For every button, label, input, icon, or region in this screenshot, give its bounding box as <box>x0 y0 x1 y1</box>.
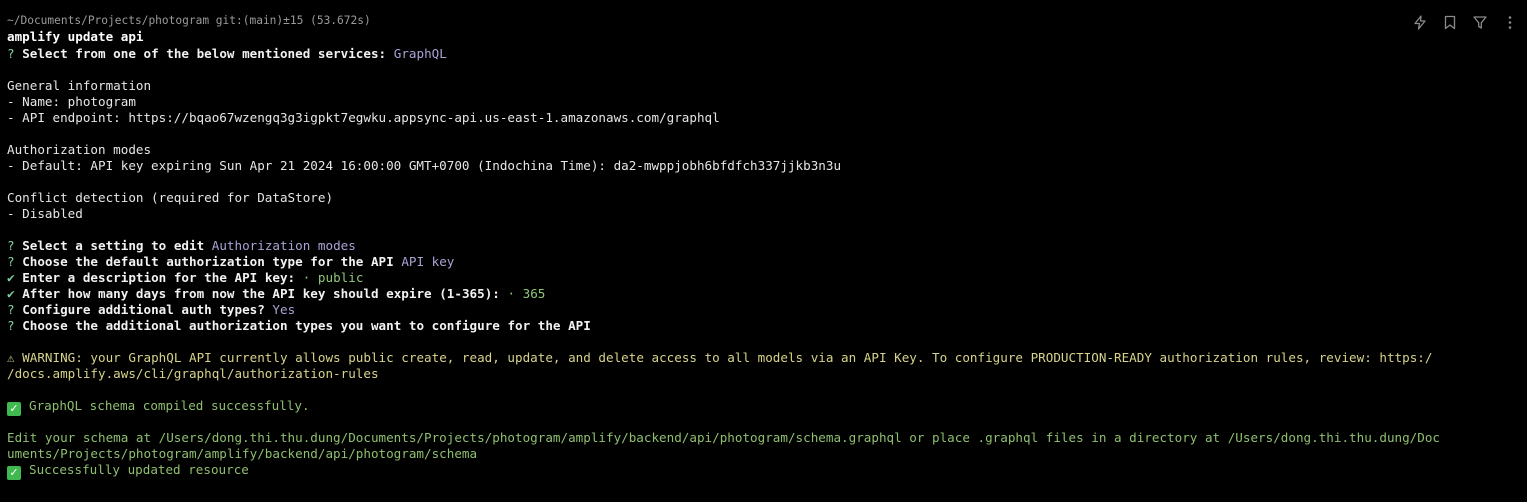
prompt-mark: ? <box>7 254 15 269</box>
prompt-line: ? Choose the additional authorization ty… <box>7 318 1527 334</box>
prompt-question: Select a setting to edit <box>22 238 205 253</box>
auth-modes-heading: Authorization modes <box>7 142 152 157</box>
updated-line: ✓ Successfully updated resource <box>7 462 1527 480</box>
warning-text: WARNING: your GraphQL API currently allo… <box>14 350 1433 365</box>
compiled-line: ✓ GraphQL schema compiled successfully. <box>7 398 1527 416</box>
general-info-heading: General information <box>7 78 152 93</box>
question-text: Select from one of the below mentioned s… <box>22 46 387 61</box>
prompt-line: ? Choose the default authorization type … <box>7 254 1527 270</box>
prompt-answer: Yes <box>272 302 296 317</box>
prompt-line: ? Configure additional auth types? Yes <box>7 302 1527 318</box>
prompt-question: Enter a description for the API key: <box>22 270 296 285</box>
prompt-question: Choose the default authorization type fo… <box>22 254 394 269</box>
warning-icon: ⚠ <box>7 350 15 365</box>
prompt-question: After how many days from now the API key… <box>22 286 500 301</box>
more-icon[interactable] <box>1503 14 1517 30</box>
check-emoji-icon: ✓ <box>7 402 21 416</box>
prompt-path-info: ~/Documents/Projects/photogram git:(main… <box>7 14 371 27</box>
prompt-line: ? Select a setting to edit Authorization… <box>7 238 1527 254</box>
prompt-answer: · public <box>302 270 364 285</box>
check-mark: ✔ <box>7 286 15 301</box>
check-emoji-icon: ✓ <box>7 466 21 480</box>
block-toolbar <box>1413 14 1517 30</box>
prompt-mark: ? <box>7 318 15 333</box>
edit-schema-line-2: uments/Projects/photogram/amplify/backen… <box>7 446 478 461</box>
bookmark-icon[interactable] <box>1443 14 1457 30</box>
warning-line-2: /docs.amplify.aws/cli/graphql/authorizat… <box>7 366 379 381</box>
prompt-line: ✔ After how many days from now the API k… <box>7 286 1527 302</box>
lightning-icon[interactable] <box>1413 14 1427 30</box>
prompt-answer: · 365 <box>507 286 546 301</box>
select-service-line: ? Select from one of the below mentioned… <box>7 46 1527 62</box>
auth-modes-default: - Default: API key expiring Sun Apr 21 2… <box>7 158 842 173</box>
prompt-mark: ? <box>7 238 15 253</box>
answer-text: GraphQL <box>393 46 447 61</box>
command-text: amplify update api <box>7 29 144 44</box>
conflict-value: - Disabled <box>7 206 83 221</box>
edit-schema-line-1: Edit your schema at /Users/dong.thi.thu.… <box>7 430 1441 445</box>
prompt-question: Configure additional auth types? <box>22 302 265 317</box>
conflict-heading: Conflict detection (required for DataSto… <box>7 190 334 205</box>
updated-text: Successfully updated resource <box>29 462 249 477</box>
prompt-answer: API key <box>401 254 455 269</box>
check-mark: ✔ <box>7 270 15 285</box>
compiled-text: GraphQL schema compiled successfully. <box>29 398 310 413</box>
filter-icon[interactable] <box>1473 14 1487 30</box>
general-info-name: - Name: photogram <box>7 94 136 109</box>
prompt-answer: Authorization modes <box>211 238 356 253</box>
general-info-endpoint: - API endpoint: https://bqao67wzengq3g3i… <box>7 110 720 125</box>
terminal-window[interactable]: ~/Documents/Projects/photogram git:(main… <box>0 0 1527 502</box>
prompt-mark: ? <box>7 302 15 317</box>
question-mark: ? <box>7 46 15 61</box>
warning-line-1: ⚠ WARNING: your GraphQL API currently al… <box>7 350 1527 366</box>
prompt-question: Choose the additional authorization type… <box>22 318 591 333</box>
prompt-line: ✔ Enter a description for the API key: ·… <box>7 270 1527 286</box>
